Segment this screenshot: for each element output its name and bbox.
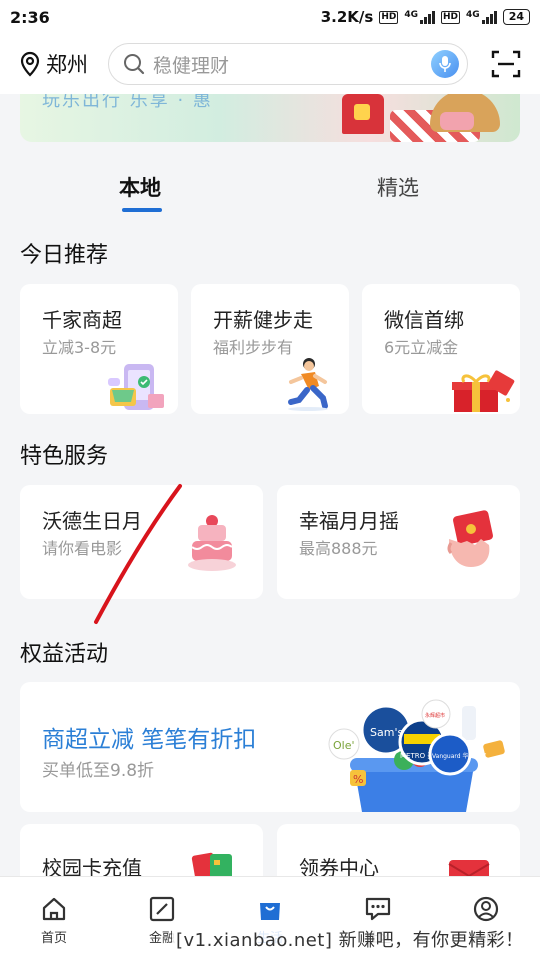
status-indicators: 3.2K/s HD 4G HD 4G 24 (321, 8, 530, 26)
hd-badge: HD (379, 10, 399, 24)
tab-featured[interactable]: 精选 (377, 172, 419, 202)
card-subtitle: 立减3-8元 (42, 338, 117, 357)
location-selector[interactable]: 郑州 (18, 49, 108, 79)
section-title-benefits: 权益活动 (20, 642, 109, 667)
status-bar: 2:36 3.2K/s HD 4G HD 4G 24 (0, 0, 540, 34)
network-speed: 3.2K/s (320, 8, 374, 26)
promo-banner[interactable]: 玩乐出行 乐享 · 惠 (20, 94, 520, 142)
tab-active-indicator (122, 208, 162, 212)
nav-home[interactable]: 首页 (0, 877, 108, 960)
network-type: 4G (404, 10, 419, 20)
promo-title: 商超立减 笔笔有折扣 (42, 727, 257, 753)
profile-icon (473, 896, 499, 922)
card-birthday-month[interactable]: 沃德生日月 请你看电影 (20, 485, 263, 599)
logo-vanguard: Vanguard 华润万家 (428, 732, 486, 776)
scan-icon[interactable] (490, 48, 522, 80)
card-subtitle: 请你看电影 (42, 539, 123, 558)
red-annotation-stroke (94, 484, 182, 624)
gas-pump-illustration (342, 94, 384, 134)
battery-icon: 24 (502, 9, 530, 25)
card-title: 幸福月月摇 (299, 509, 399, 533)
birthday-cake-icon (188, 515, 236, 571)
strawberry-cake-illustration (440, 112, 474, 130)
logo-ole: Ole' (328, 728, 360, 760)
card-supermarket[interactable]: 千家商超 立减3-8元 (20, 284, 178, 414)
card-title: 开薪健步走 (213, 308, 313, 332)
card-subtitle: 最高888元 (299, 539, 378, 558)
network-type-2: 4G (466, 10, 480, 20)
card-monthly-shake[interactable]: 幸福月月摇 最高888元 (277, 485, 520, 599)
city-label: 郑州 (46, 53, 88, 77)
watermark-text: [v1.xianbao.net] 新赚吧，有你更精彩！ (172, 926, 528, 952)
logo-yonghui-text: 永辉超市 (425, 712, 445, 719)
location-pin-icon (20, 51, 40, 77)
signal-icon: 4G (404, 10, 436, 24)
runner-icon (288, 358, 328, 411)
card-subtitle: 6元立减金 (384, 338, 459, 357)
logo-yonghui: 永辉超市 (421, 699, 451, 729)
red-envelope-hand-icon (447, 510, 493, 567)
svg-text:%: % (353, 773, 363, 786)
search-input[interactable]: 稳健理财 (108, 43, 468, 85)
search-icon (124, 54, 145, 75)
card-title: 沃德生日月 (42, 509, 142, 533)
search-header: 郑州 稳健理财 (0, 34, 540, 94)
nav-home-label: 首页 (40, 931, 67, 946)
section-title-special: 特色服务 (20, 444, 109, 469)
banner-text: 玩乐出行 乐享 · 惠 (42, 94, 213, 111)
logo-vanguard-text: Vanguard 华润万家 (432, 752, 486, 760)
chat-icon (365, 897, 391, 921)
card-walk[interactable]: 开薪健步走 福利步步有 (191, 284, 349, 414)
search-placeholder: 稳健理财 (153, 54, 230, 77)
card-supermarket-discount[interactable]: 商超立减 笔笔有折扣 买单低至9.8折 % Ole' Sam's METRO 麦… (20, 682, 520, 812)
hd-badge-2: HD (441, 10, 461, 24)
life-bag-icon (260, 903, 280, 920)
tab-bar: 本地 精选 (0, 168, 540, 218)
microphone-icon[interactable] (431, 50, 459, 78)
supermarket-logos-bucket-icon: % Ole' Sam's METRO 麦德龙 Vanguard 华润万家 永辉超… (328, 699, 505, 812)
home-icon (42, 897, 66, 921)
card-title: 千家商超 (42, 308, 122, 332)
promo-subtitle: 买单低至9.8折 (42, 761, 155, 781)
signal-icon-2: 4G (466, 10, 497, 24)
finance-icon (149, 896, 175, 922)
logo-ole-text: Ole' (333, 739, 355, 752)
card-wechat-bind[interactable]: 微信首绑 6元立减金 (362, 284, 520, 414)
tab-local[interactable]: 本地 (119, 172, 161, 202)
shopping-phone-icon (108, 364, 164, 410)
logo-sams-text: Sam's (370, 726, 403, 739)
card-subtitle: 福利步步有 (213, 338, 294, 357)
section-title-today: 今日推荐 (20, 243, 109, 268)
gift-box-icon (452, 370, 515, 412)
status-time: 2:36 (10, 7, 50, 27)
card-title: 微信首绑 (384, 308, 464, 332)
